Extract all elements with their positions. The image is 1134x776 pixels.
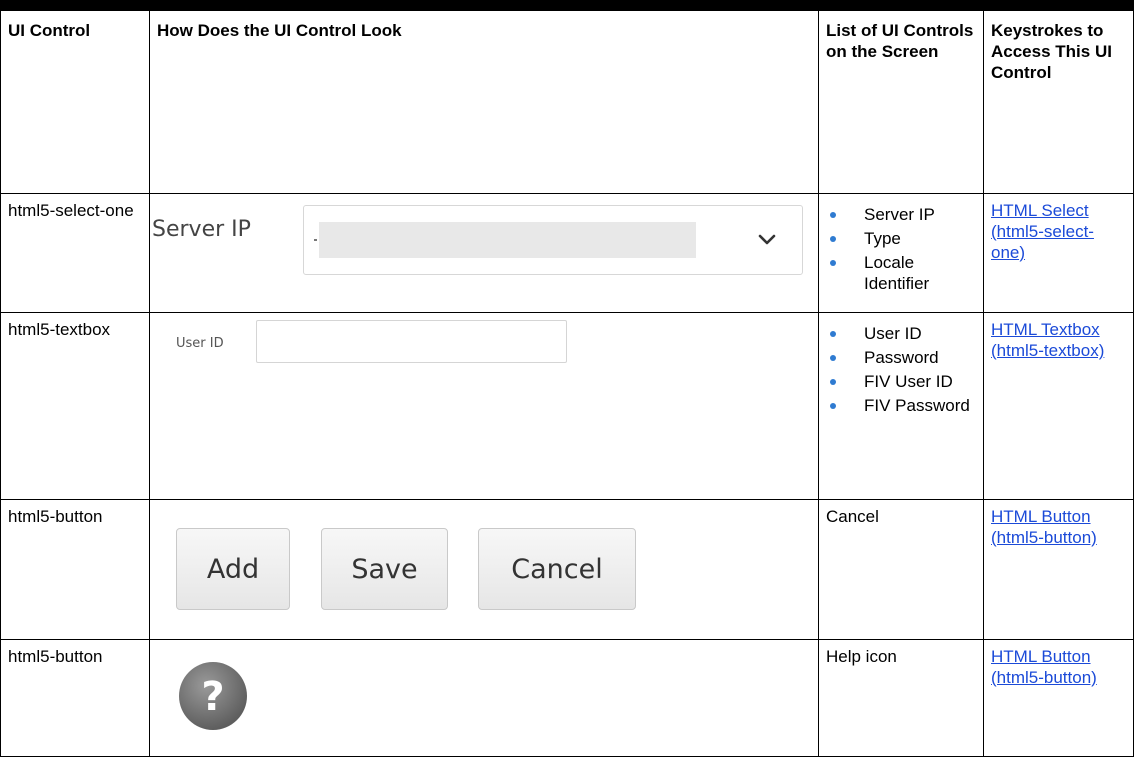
list-item: User ID xyxy=(826,323,977,344)
keystroke-cell: HTML Select (html5-select-one) xyxy=(983,193,1134,313)
bullet-icon xyxy=(830,403,836,409)
ui-controls-table: UI Control How Does the UI Control Look … xyxy=(0,10,1134,757)
controls-list-cell: Server IP Type Locale Identifier xyxy=(818,193,984,313)
html-button-link[interactable]: HTML Button (html5-button) xyxy=(991,647,1097,687)
list-item: Server IP xyxy=(826,204,977,225)
select-value-tick xyxy=(314,239,317,241)
bullet-icon xyxy=(830,212,836,218)
table-row: html5-textbox User ID User ID Password F… xyxy=(0,312,1134,500)
header-how-it-looks: How Does the UI Control Look xyxy=(149,10,819,194)
table-row: html5-select-one Server IP Server IP Typ… xyxy=(0,193,1134,313)
cancel-button[interactable]: Cancel xyxy=(478,528,636,610)
add-button[interactable]: Add xyxy=(176,528,290,610)
header-ui-control: UI Control xyxy=(0,10,150,194)
visual-cell: Add Save Cancel xyxy=(149,499,819,640)
bullet-icon xyxy=(830,331,836,337)
header-keystrokes: Keystrokes to Access This UI Control xyxy=(983,10,1134,194)
table-row: html5-button ? Help icon HTML Button (ht… xyxy=(0,639,1134,757)
list-item: FIV User ID xyxy=(826,371,977,392)
server-ip-label: Server IP xyxy=(152,217,251,242)
control-name-cell: html5-button xyxy=(0,639,150,757)
svg-text:?: ? xyxy=(201,674,224,720)
bullet-icon xyxy=(830,260,836,266)
list-item: FIV Password xyxy=(826,395,977,416)
server-ip-select[interactable] xyxy=(303,205,803,275)
html-select-link[interactable]: HTML Select (html5-select-one) xyxy=(991,201,1094,262)
header-list-of-controls: List of UI Controls on the Screen xyxy=(818,10,984,194)
user-id-field[interactable] xyxy=(256,320,567,363)
keystroke-cell: HTML Textbox (html5-textbox) xyxy=(983,312,1134,500)
control-name-cell: html5-button xyxy=(0,499,150,640)
list-item: Locale Identifier xyxy=(826,252,977,294)
controls-list-cell: User ID Password FIV User ID FIV Passwor… xyxy=(818,312,984,500)
bullet-icon xyxy=(830,236,836,242)
user-id-label: User ID xyxy=(176,336,224,351)
keystroke-cell: HTML Button (html5-button) xyxy=(983,639,1134,757)
top-rule xyxy=(0,0,1134,10)
controls-list: User ID Password FIV User ID FIV Passwor… xyxy=(826,323,977,416)
help-icon[interactable]: ? xyxy=(175,658,251,734)
visual-cell: User ID xyxy=(149,312,819,500)
chevron-down-icon[interactable] xyxy=(758,231,776,249)
bullet-icon xyxy=(830,379,836,385)
list-item: Password xyxy=(826,347,977,368)
keystroke-cell: HTML Button (html5-button) xyxy=(983,499,1134,640)
control-name-cell: html5-textbox xyxy=(0,312,150,500)
list-item: Type xyxy=(826,228,977,249)
control-name-cell: html5-select-one xyxy=(0,193,150,313)
controls-list-cell: Cancel xyxy=(818,499,984,640)
table-row: html5-button Add Save Cancel Cancel HTML… xyxy=(0,499,1134,640)
table-header-row: UI Control How Does the UI Control Look … xyxy=(0,10,1134,194)
save-button[interactable]: Save xyxy=(321,528,448,610)
visual-cell: Server IP xyxy=(149,193,819,313)
controls-list-cell: Help icon xyxy=(818,639,984,757)
html-button-link[interactable]: HTML Button (html5-button) xyxy=(991,507,1097,547)
visual-cell: ? xyxy=(149,639,819,757)
select-value-placeholder xyxy=(319,222,696,258)
html-textbox-link[interactable]: HTML Textbox (html5-textbox) xyxy=(991,320,1104,360)
controls-list: Server IP Type Locale Identifier xyxy=(826,204,977,294)
bullet-icon xyxy=(830,355,836,361)
